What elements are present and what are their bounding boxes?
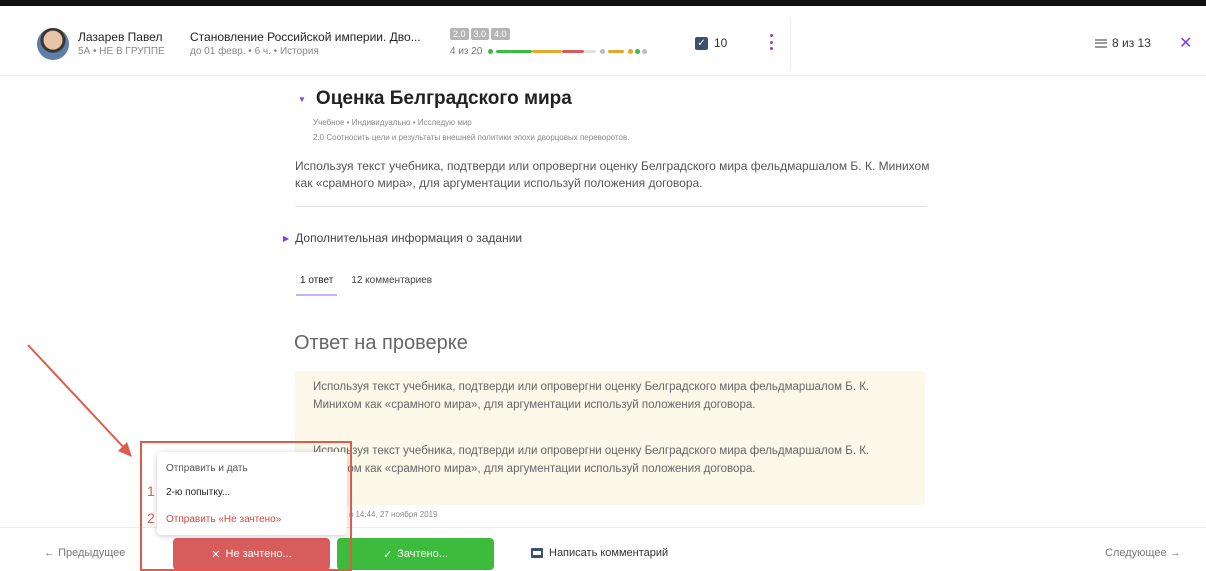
- next-label: Следующее: [1105, 547, 1167, 559]
- student-name[interactable]: Лазарев Павел: [78, 30, 162, 44]
- student-meta: 5А • НЕ В ГРУППЕ: [78, 46, 165, 57]
- task-description: Используя текст учебника, подтверди или …: [295, 159, 930, 190]
- annotation-number-2: 2: [147, 510, 155, 526]
- passed-button[interactable]: ✓ Зачтено...: [337, 538, 494, 570]
- list-icon: [1095, 38, 1107, 48]
- position-value: 8 из 13: [1112, 36, 1151, 50]
- avatar[interactable]: [37, 28, 69, 60]
- annotation-number-1: 1: [147, 483, 155, 499]
- additional-info-toggle[interactable]: ▶ Дополнительная информация о задании: [283, 231, 522, 245]
- answer-box: Используя текст учебника, подтверди или …: [295, 371, 925, 505]
- grade-badges: 2.0 3.0 4.0: [450, 28, 510, 40]
- close-icon[interactable]: ✕: [1179, 33, 1192, 53]
- task-title-row[interactable]: ▼ Оценка Белградского мира: [298, 88, 572, 110]
- task-title: Оценка Белградского мира: [315, 88, 572, 109]
- progress-dot: [635, 49, 640, 54]
- annotation-box: [140, 441, 352, 571]
- checked-count-value: 10: [714, 36, 728, 50]
- tab-comments[interactable]: 12 комментариев: [347, 275, 436, 296]
- previous-label: Предыдущее: [58, 547, 126, 559]
- answer-heading: Ответ на проверке: [294, 332, 468, 354]
- more-options-icon[interactable]: [766, 34, 776, 50]
- answer-timestamp: в 14:44, 27 ноября 2019: [349, 510, 438, 519]
- collapse-icon[interactable]: ▼: [298, 95, 306, 104]
- progress-segment: [496, 50, 532, 53]
- previous-link[interactable]: ← Предыдущее: [44, 547, 125, 559]
- answer-paragraph: Используя текст учебника, подтверди или …: [313, 445, 870, 475]
- next-link[interactable]: Следующее →: [1105, 547, 1181, 559]
- course-meta: до 01 февр. • 6 ч. • История: [190, 46, 319, 57]
- grade-badge: 3.0: [470, 28, 490, 40]
- task-tags: Учебное • Индивидуально • Исследую мир: [313, 118, 472, 127]
- progress-dot: [628, 49, 633, 54]
- progress-bar: [488, 49, 647, 54]
- check-icon: ✓: [383, 548, 393, 561]
- position-indicator[interactable]: 8 из 13: [1095, 36, 1151, 50]
- progress-dot: [488, 49, 493, 54]
- tab-answers[interactable]: 1 ответ: [296, 275, 338, 296]
- additional-info-label: Дополнительная информация о задании: [295, 231, 523, 245]
- checked-count[interactable]: ✓ 10: [695, 36, 727, 50]
- passed-label: Зачтено...: [397, 548, 448, 560]
- grade-badge: 2.0: [450, 28, 469, 40]
- header-divider: [790, 18, 791, 70]
- answer-tabs: 1 ответ 12 комментариев: [296, 275, 436, 296]
- grade-badge: 4.0: [491, 28, 510, 40]
- progress-segment: [584, 50, 596, 53]
- progress-segment: [608, 50, 624, 53]
- expand-icon: ▶: [283, 233, 290, 243]
- course-title[interactable]: Становление Российской империи. Дво...: [190, 30, 421, 44]
- task-header: Лазарев Павел 5А • НЕ В ГРУППЕ Становлен…: [0, 6, 1206, 76]
- progress-dot: [642, 49, 647, 54]
- divider: [295, 206, 927, 207]
- write-comment-button[interactable]: Написать комментарий: [531, 547, 668, 559]
- write-comment-label: Написать комментарий: [549, 547, 669, 559]
- progress-dot: [600, 49, 605, 54]
- progress-count: 4 из 20: [450, 46, 483, 57]
- progress-segment: [562, 50, 584, 53]
- progress-segment: [532, 50, 562, 53]
- comment-icon: [531, 548, 543, 558]
- answer-paragraph: Используя текст учебника, подтверди или …: [313, 381, 870, 411]
- task-objective: 2.0 Соотносить цели и результаты внешней…: [313, 133, 630, 142]
- checkbox-icon: ✓: [695, 36, 708, 50]
